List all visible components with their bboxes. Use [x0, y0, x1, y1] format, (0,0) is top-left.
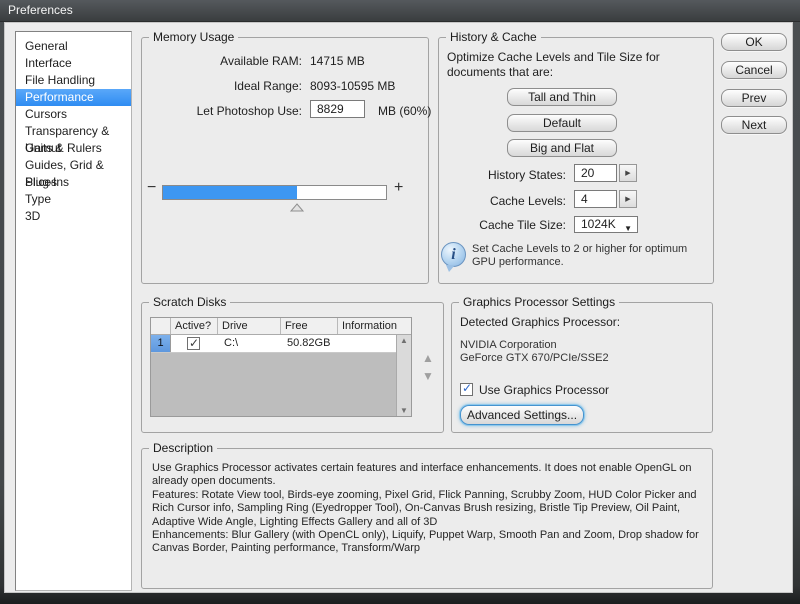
header-free-space: Free Space: [281, 318, 338, 334]
window-title: Preferences: [8, 3, 73, 17]
slider-thumb-icon: [290, 203, 304, 212]
cell-information: [338, 335, 396, 352]
ok-button[interactable]: OK: [721, 33, 787, 51]
preferences-category-list: General Interface File Handling Performa…: [15, 31, 132, 591]
sidebar-item-plug-ins[interactable]: Plug-Ins: [16, 174, 131, 191]
header-information: Information: [338, 318, 411, 334]
scroll-up-icon[interactable]: ▲: [397, 336, 411, 345]
let-photoshop-use-suffix: MB (60%): [378, 104, 431, 118]
cache-intro-line1: Optimize Cache Levels and Tile Size for: [447, 50, 660, 64]
history-cache-group: History & Cache Optimize Cache Levels an…: [438, 37, 714, 284]
scratch-disk-checkbox[interactable]: ✓: [187, 337, 200, 350]
cache-levels-label: Cache Levels:: [439, 194, 566, 208]
gpu-model: GeForce GTX 670/PCIe/SSE2: [460, 352, 609, 365]
checkmark-icon: ✓: [462, 381, 472, 395]
cancel-button[interactable]: Cancel: [721, 61, 787, 79]
description-group: Description Use Graphics Processor activ…: [141, 448, 713, 589]
next-button[interactable]: Next: [721, 116, 787, 134]
cache-tile-size-dropdown[interactable]: 1024K ▼: [574, 216, 638, 233]
let-photoshop-use-label: Let Photoshop Use:: [142, 104, 302, 118]
scratch-disks-header: Active? Drive Free Space Information: [151, 318, 411, 335]
gpu-settings-title: Graphics Processor Settings: [459, 295, 619, 309]
let-photoshop-use-input[interactable]: [310, 100, 365, 118]
title-bar[interactable]: Preferences: [0, 0, 800, 22]
memory-slider-thumb[interactable]: [290, 201, 304, 215]
gpu-settings-group: Graphics Processor Settings Detected Gra…: [451, 302, 713, 433]
big-and-flat-button[interactable]: Big and Flat: [507, 139, 617, 157]
cell-drive: C:\: [218, 335, 281, 352]
ideal-range-label: Ideal Range:: [142, 79, 302, 93]
cell-free-space: 50.82GB: [281, 335, 338, 352]
history-states-input[interactable]: [574, 164, 617, 182]
cache-levels-input[interactable]: [574, 190, 617, 208]
sidebar-item-transparency-gamut[interactable]: Transparency & Gamut: [16, 123, 131, 140]
memory-slider-fill: [163, 186, 297, 199]
right-arrow-icon: ▶: [625, 170, 630, 177]
available-ram-value: 14715 MB: [310, 54, 365, 68]
sidebar-item-units-rulers[interactable]: Units & Rulers: [16, 140, 131, 157]
description-paragraph: Enhancements: Blur Gallery (with OpenCL …: [152, 529, 706, 556]
tall-and-thin-button[interactable]: Tall and Thin: [507, 88, 617, 106]
description-paragraph: Features: Rotate View tool, Birds-eye zo…: [152, 489, 706, 529]
memory-usage-title: Memory Usage: [149, 30, 238, 44]
history-cache-title: History & Cache: [446, 30, 541, 44]
cell-active: ✓: [171, 335, 218, 352]
history-states-spinner[interactable]: ▶: [619, 164, 637, 182]
sidebar-item-guides-grid-slices[interactable]: Guides, Grid & Slices: [16, 157, 131, 174]
info-icon-tail: [446, 265, 455, 272]
history-states-label: History States:: [439, 168, 566, 182]
sidebar-item-cursors[interactable]: Cursors: [16, 106, 131, 123]
scratch-disk-row[interactable]: 1 ✓ C:\ 50.82GB: [151, 335, 396, 353]
slider-plus[interactable]: +: [394, 179, 403, 197]
checkmark-icon: ✓: [189, 335, 199, 352]
gpu-cache-hint: Set Cache Levels to 2 or higher for opti…: [472, 243, 704, 269]
header-drive: Drive: [218, 318, 281, 334]
header-active: Active?: [171, 318, 218, 334]
available-ram-label: Available RAM:: [142, 54, 302, 68]
scroll-down-icon[interactable]: ▼: [397, 406, 411, 415]
memory-usage-group: Memory Usage Available RAM: 14715 MB Ide…: [141, 37, 429, 284]
cache-levels-spinner[interactable]: ▶: [619, 190, 637, 208]
cache-tile-size-value: 1024K: [581, 217, 616, 231]
description-paragraph: Use Graphics Processor activates certain…: [152, 462, 706, 489]
default-button[interactable]: Default: [507, 114, 617, 132]
sidebar-item-performance[interactable]: Performance: [16, 89, 131, 106]
chevron-down-icon: ▼: [624, 221, 632, 236]
scratch-disks-title: Scratch Disks: [149, 295, 230, 309]
detected-gpu-label: Detected Graphics Processor:: [460, 315, 620, 329]
advanced-settings-button[interactable]: Advanced Settings...: [460, 405, 584, 425]
table-scrollbar[interactable]: ▲ ▼: [396, 335, 411, 416]
sidebar-item-3d[interactable]: 3D: [16, 208, 131, 225]
sidebar-item-type[interactable]: Type: [16, 191, 131, 208]
info-icon: i: [441, 242, 466, 267]
ideal-range-value: 8093-10595 MB: [310, 79, 395, 93]
preferences-window: Preferences General Interface File Handl…: [0, 0, 800, 604]
cache-tile-size-label: Cache Tile Size:: [439, 218, 566, 232]
memory-slider-track[interactable]: [162, 185, 387, 200]
sidebar-item-general[interactable]: General: [16, 38, 131, 55]
move-down-icon[interactable]: ▼: [422, 369, 434, 383]
gpu-vendor: NVIDIA Corporation: [460, 339, 557, 352]
sidebar-item-file-handling[interactable]: File Handling: [16, 72, 131, 89]
scratch-disks-table: Active? Drive Free Space Information 1 ✓…: [150, 317, 412, 417]
move-up-icon[interactable]: ▲: [422, 351, 434, 365]
dialog-content: General Interface File Handling Performa…: [4, 22, 793, 593]
description-text: Use Graphics Processor activates certain…: [152, 462, 706, 556]
cache-intro-line2: documents that are:: [447, 65, 553, 79]
header-row-number: [151, 318, 171, 334]
slider-minus[interactable]: −: [147, 179, 156, 197]
description-title: Description: [149, 441, 217, 455]
scratch-disks-group: Scratch Disks Active? Drive Free Space I…: [141, 302, 444, 433]
prev-button[interactable]: Prev: [721, 89, 787, 107]
use-gpu-label: Use Graphics Processor: [479, 383, 609, 397]
row-number: 1: [151, 335, 171, 352]
right-arrow-icon: ▶: [625, 196, 630, 203]
sidebar-item-interface[interactable]: Interface: [16, 55, 131, 72]
use-gpu-checkbox[interactable]: ✓: [460, 383, 473, 396]
